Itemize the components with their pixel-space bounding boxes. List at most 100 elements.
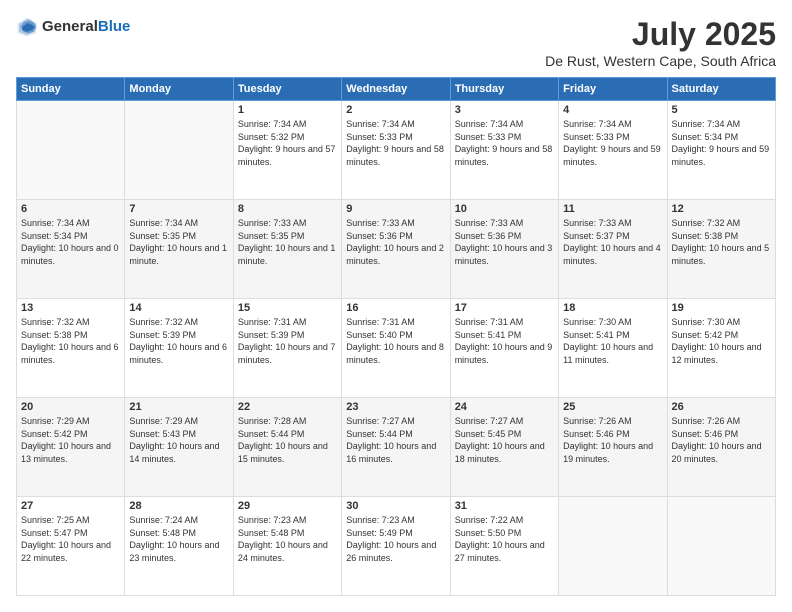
day-info: Sunrise: 7:24 AM Sunset: 5:48 PM Dayligh… [129, 514, 228, 564]
table-row: 10 Sunrise: 7:33 AM Sunset: 5:36 PM Dayli… [450, 200, 558, 299]
calendar-header-row: Sunday Monday Tuesday Wednesday Thursday… [17, 78, 776, 101]
table-row: 18Sunrise: 7:30 AM Sunset: 5:41 PM Dayli… [559, 299, 667, 398]
col-wednesday: Wednesday [342, 78, 450, 101]
table-row: 9 Sunrise: 7:33 AM Sunset: 5:36 PM Daylig… [342, 200, 450, 299]
day-number: 26 [672, 401, 771, 413]
table-row: 22Sunrise: 7:28 AM Sunset: 5:44 PM Dayli… [233, 398, 341, 497]
day-number: 21 [129, 401, 228, 413]
day-number: 12 [672, 203, 771, 215]
table-row: 3Sunrise: 7:34 AM Sunset: 5:33 PM Daylig… [450, 101, 558, 200]
day-info: Sunrise: 7:33 AM Sunset: 5:36 PM Dayligh… [455, 217, 554, 267]
calendar-week-row: 27 Sunrise: 7:25 AM Sunset: 5:47 PM Dayli… [17, 497, 776, 596]
logo-blue: Blue [98, 18, 131, 35]
table-row: 12 Sunrise: 7:32 AM Sunset: 5:38 PM Dayli… [667, 200, 775, 299]
day-number: 1 [238, 104, 337, 116]
day-info: Sunrise: 7:26 AM Sunset: 5:46 PM Dayligh… [672, 415, 771, 465]
calendar-week-row: 1Sunrise: 7:34 AM Sunset: 5:32 PM Daylig… [17, 101, 776, 200]
table-row: 31 Sunrise: 7:22 AM Sunset: 5:50 PM Dayli… [450, 497, 558, 596]
day-info: Sunrise: 7:22 AM Sunset: 5:50 PM Dayligh… [455, 514, 554, 564]
calendar-week-row: 13 Sunrise: 7:32 AM Sunset: 5:38 PM Dayli… [17, 299, 776, 398]
logo-text: GeneralBlue [42, 18, 130, 36]
table-row: 19 Sunrise: 7:30 AM Sunset: 5:42 PM Dayli… [667, 299, 775, 398]
day-number: 15 [238, 302, 337, 314]
table-row: 6 Sunrise: 7:34 AM Sunset: 5:34 PM Daylig… [17, 200, 125, 299]
day-number: 22 [238, 401, 337, 413]
table-row: 20 Sunrise: 7:29 AM Sunset: 5:42 PM Dayli… [17, 398, 125, 497]
day-number: 2 [346, 104, 445, 116]
table-row: 17Sunrise: 7:31 AM Sunset: 5:41 PM Dayli… [450, 299, 558, 398]
table-row: 13 Sunrise: 7:32 AM Sunset: 5:38 PM Dayli… [17, 299, 125, 398]
day-number: 30 [346, 500, 445, 512]
day-number: 27 [21, 500, 120, 512]
table-row: 26 Sunrise: 7:26 AM Sunset: 5:46 PM Dayli… [667, 398, 775, 497]
day-number: 23 [346, 401, 445, 413]
day-number: 9 [346, 203, 445, 215]
day-number: 31 [455, 500, 554, 512]
day-info: Sunrise: 7:32 AM Sunset: 5:38 PM Dayligh… [672, 217, 771, 267]
table-row: 16 Sunrise: 7:31 AM Sunset: 5:40 PM Dayli… [342, 299, 450, 398]
day-info: Sunrise: 7:31 AM Sunset: 5:39 PM Dayligh… [238, 316, 337, 366]
col-thursday: Thursday [450, 78, 558, 101]
table-row: 8 Sunrise: 7:33 AM Sunset: 5:35 PM Daylig… [233, 200, 341, 299]
table-row: 23 Sunrise: 7:27 AM Sunset: 5:44 PM Dayli… [342, 398, 450, 497]
day-info: Sunrise: 7:31 AM Sunset: 5:40 PM Dayligh… [346, 316, 445, 366]
table-row: 11 Sunrise: 7:33 AM Sunset: 5:37 PM Dayli… [559, 200, 667, 299]
day-info: Sunrise: 7:29 AM Sunset: 5:43 PM Dayligh… [129, 415, 228, 465]
calendar-week-row: 6 Sunrise: 7:34 AM Sunset: 5:34 PM Daylig… [17, 200, 776, 299]
day-info: Sunrise: 7:34 AM Sunset: 5:33 PM Dayligh… [563, 118, 662, 168]
logo: GeneralBlue [16, 16, 130, 38]
day-number: 19 [672, 302, 771, 314]
day-info: Sunrise: 7:30 AM Sunset: 5:41 PM Dayligh… [563, 316, 662, 366]
day-number: 6 [21, 203, 120, 215]
table-row: 30 Sunrise: 7:23 AM Sunset: 5:49 PM Dayli… [342, 497, 450, 596]
day-info: Sunrise: 7:33 AM Sunset: 5:36 PM Dayligh… [346, 217, 445, 267]
day-info: Sunrise: 7:34 AM Sunset: 5:34 PM Dayligh… [672, 118, 771, 168]
day-number: 11 [563, 203, 662, 215]
day-info: Sunrise: 7:26 AM Sunset: 5:46 PM Dayligh… [563, 415, 662, 465]
table-row [17, 101, 125, 200]
day-info: Sunrise: 7:25 AM Sunset: 5:47 PM Dayligh… [21, 514, 120, 564]
day-number: 8 [238, 203, 337, 215]
col-friday: Friday [559, 78, 667, 101]
day-info: Sunrise: 7:34 AM Sunset: 5:34 PM Dayligh… [21, 217, 120, 267]
day-info: Sunrise: 7:30 AM Sunset: 5:42 PM Dayligh… [672, 316, 771, 366]
table-row: 21 Sunrise: 7:29 AM Sunset: 5:43 PM Dayli… [125, 398, 233, 497]
col-sunday: Sunday [17, 78, 125, 101]
day-info: Sunrise: 7:33 AM Sunset: 5:35 PM Dayligh… [238, 217, 337, 267]
day-number: 4 [563, 104, 662, 116]
title-block: July 2025 De Rust, Western Cape, South A… [545, 16, 776, 69]
day-info: Sunrise: 7:34 AM Sunset: 5:33 PM Dayligh… [346, 118, 445, 168]
table-row: 5Sunrise: 7:34 AM Sunset: 5:34 PM Daylig… [667, 101, 775, 200]
day-number: 20 [21, 401, 120, 413]
day-info: Sunrise: 7:34 AM Sunset: 5:33 PM Dayligh… [455, 118, 554, 168]
day-info: Sunrise: 7:29 AM Sunset: 5:42 PM Dayligh… [21, 415, 120, 465]
day-number: 16 [346, 302, 445, 314]
page: GeneralBlue July 2025 De Rust, Western C… [0, 0, 792, 612]
table-row: 2 Sunrise: 7:34 AM Sunset: 5:33 PM Daylig… [342, 101, 450, 200]
day-info: Sunrise: 7:27 AM Sunset: 5:45 PM Dayligh… [455, 415, 554, 465]
day-info: Sunrise: 7:34 AM Sunset: 5:35 PM Dayligh… [129, 217, 228, 267]
logo-general: General [42, 18, 98, 35]
day-number: 13 [21, 302, 120, 314]
day-info: Sunrise: 7:33 AM Sunset: 5:37 PM Dayligh… [563, 217, 662, 267]
calendar-table: Sunday Monday Tuesday Wednesday Thursday… [16, 77, 776, 596]
table-row: 7Sunrise: 7:34 AM Sunset: 5:35 PM Daylig… [125, 200, 233, 299]
day-number: 25 [563, 401, 662, 413]
table-row [559, 497, 667, 596]
header: GeneralBlue July 2025 De Rust, Western C… [16, 16, 776, 69]
col-monday: Monday [125, 78, 233, 101]
table-row: 15 Sunrise: 7:31 AM Sunset: 5:39 PM Dayli… [233, 299, 341, 398]
col-saturday: Saturday [667, 78, 775, 101]
calendar-week-row: 20 Sunrise: 7:29 AM Sunset: 5:42 PM Dayli… [17, 398, 776, 497]
day-number: 17 [455, 302, 554, 314]
day-number: 10 [455, 203, 554, 215]
day-info: Sunrise: 7:23 AM Sunset: 5:49 PM Dayligh… [346, 514, 445, 564]
table-row: 24Sunrise: 7:27 AM Sunset: 5:45 PM Dayli… [450, 398, 558, 497]
day-info: Sunrise: 7:32 AM Sunset: 5:39 PM Dayligh… [129, 316, 228, 366]
day-info: Sunrise: 7:32 AM Sunset: 5:38 PM Dayligh… [21, 316, 120, 366]
table-row: 28Sunrise: 7:24 AM Sunset: 5:48 PM Dayli… [125, 497, 233, 596]
day-info: Sunrise: 7:27 AM Sunset: 5:44 PM Dayligh… [346, 415, 445, 465]
table-row [667, 497, 775, 596]
col-tuesday: Tuesday [233, 78, 341, 101]
table-row: 14Sunrise: 7:32 AM Sunset: 5:39 PM Dayli… [125, 299, 233, 398]
